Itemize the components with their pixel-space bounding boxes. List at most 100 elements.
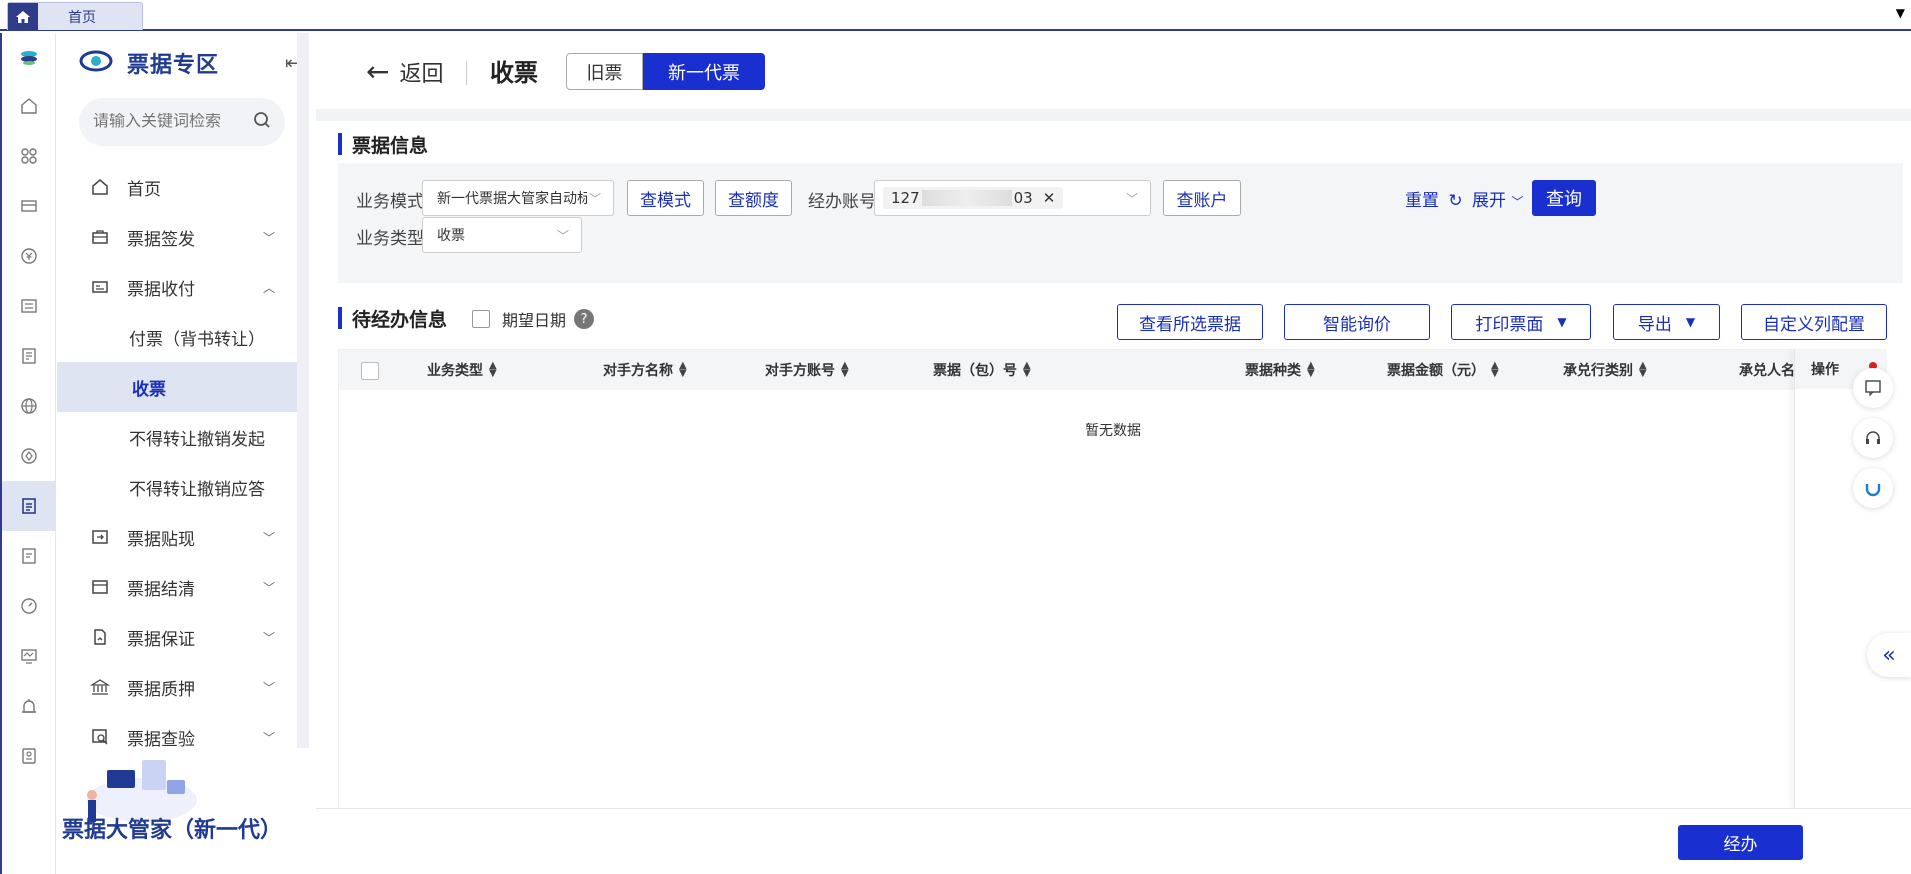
- nav-monitor-icon[interactable]: [2, 631, 56, 681]
- expect-date-checkbox[interactable]: [472, 310, 490, 328]
- table-header: 业务类型 ▲ ▼ 对手方名称 ▲ ▼ 对手方账号 ▲ ▼ 票据（包）号 ▲ ▼ 票据种类 ▲ ▼ 票…: [339, 350, 1887, 390]
- chevron-down-icon: ﹀: [262, 630, 275, 645]
- menu-item-label: 票据贴现: [127, 529, 195, 550]
- menu-search-input[interactable]: [93, 113, 243, 131]
- col-bill-number[interactable]: 票据（包）号 ▲ ▼: [933, 350, 1031, 390]
- col-bill-amount[interactable]: 票据金额（元） ▲ ▼: [1387, 350, 1499, 390]
- check-quota-button[interactable]: 查额度: [715, 180, 792, 216]
- menu-item-label: 票据结清: [127, 579, 195, 600]
- export-label: 导出: [1637, 314, 1672, 335]
- smart-quote-button[interactable]: 智能询价: [1284, 304, 1430, 340]
- logo-icon: [2, 33, 56, 81]
- sort-icon[interactable]: ▲ ▼: [1307, 361, 1315, 379]
- nav-home-icon[interactable]: [2, 81, 56, 131]
- print-label: 打印票面: [1475, 314, 1544, 335]
- window-icon: [89, 576, 111, 598]
- search-icon[interactable]: [253, 111, 271, 133]
- expand-button[interactable]: 展开 ﹀: [1472, 186, 1523, 211]
- header-divider: [466, 61, 467, 85]
- menu-item-receive-pay[interactable]: 票据收付 ︿: [57, 262, 297, 312]
- col-counterparty-name[interactable]: 对手方名称 ▲ ▼: [603, 350, 687, 390]
- account-suffix: 03: [1013, 189, 1033, 207]
- custom-columns-button[interactable]: 自定义列配置: [1741, 304, 1887, 340]
- seg-old-ticket[interactable]: 旧票: [566, 53, 643, 90]
- nav-bill-icon[interactable]: [2, 481, 56, 531]
- pending-table: 业务类型 ▲ ▼ 对手方名称 ▲ ▼ 对手方账号 ▲ ▼ 票据（包）号 ▲ ▼ 票据种类 ▲ ▼ 票…: [338, 349, 1887, 809]
- col-bill-kind[interactable]: 票据种类 ▲ ▼: [1245, 350, 1315, 390]
- menu-item-revoke-reply[interactable]: 不得转让撤销应答: [57, 462, 297, 512]
- nav-report-icon[interactable]: [2, 331, 56, 381]
- close-icon[interactable]: ✕: [1043, 189, 1056, 207]
- nav-globe-icon[interactable]: [2, 381, 56, 431]
- menu-item-discount[interactable]: 票据贴现 ﹀: [57, 512, 297, 562]
- nav-alarm-icon[interactable]: [2, 681, 56, 731]
- sort-icon[interactable]: ▲ ▼: [841, 361, 849, 379]
- sidebar: 票据专区 ⇤ 首页 票据签发 ﹀ 票据收付 ︿ 付票（背书转让） 收票 不得转让: [57, 33, 300, 874]
- nav-doc-icon[interactable]: [2, 531, 56, 581]
- nav-currency-icon[interactable]: [2, 231, 56, 281]
- check-account-button[interactable]: 查账户: [1163, 180, 1241, 216]
- query-button[interactable]: 查询: [1532, 180, 1596, 216]
- select-all-checkbox[interactable]: [361, 362, 379, 380]
- nav-contact-icon[interactable]: [2, 731, 56, 781]
- sort-icon[interactable]: ▲ ▼: [1639, 361, 1647, 379]
- menu-item-home[interactable]: 首页: [57, 162, 297, 212]
- check-mode-button[interactable]: 查模式: [627, 180, 704, 216]
- icon-nav-bar: [0, 33, 56, 874]
- mode-select[interactable]: 新一代票据大管家自动标准 ﹀: [422, 180, 614, 216]
- sort-icon[interactable]: ▲ ▼: [1491, 361, 1499, 379]
- promo-banner[interactable]: 票据大管家（新一代）: [62, 750, 302, 860]
- sort-icon[interactable]: ▲ ▼: [679, 361, 687, 379]
- sort-icon[interactable]: ▲ ▼: [489, 361, 497, 379]
- col-acceptor-name[interactable]: 承兑人名: [1739, 350, 1795, 390]
- chevron-down-icon: ﹀: [262, 230, 275, 245]
- tab-home[interactable]: 首页: [7, 2, 143, 31]
- sidebar-scrollbar[interactable]: [297, 33, 309, 748]
- menu-item-label: 首页: [127, 179, 161, 200]
- menu-item-label: 票据收付: [127, 279, 195, 300]
- menu-search[interactable]: [79, 98, 285, 146]
- print-button[interactable]: 打印票面 ▼: [1451, 304, 1591, 340]
- col-label: 票据金额（元）: [1387, 363, 1485, 379]
- double-chevron-left-icon[interactable]: «: [1867, 633, 1911, 677]
- nav-card-icon[interactable]: [2, 181, 56, 231]
- floating-tools: [1853, 368, 1897, 518]
- nav-gauge-icon[interactable]: [2, 581, 56, 631]
- account-select[interactable]: 127 03 ✕ ﹀: [874, 180, 1151, 216]
- page-header: ← 返回 收票 旧票 新一代票: [316, 33, 1911, 109]
- col-counterparty-account[interactable]: 对手方账号 ▲ ▼: [765, 350, 849, 390]
- assistant-icon[interactable]: [1853, 468, 1893, 508]
- type-select[interactable]: 收票 ﹀: [422, 217, 582, 253]
- tab-dropdown-icon[interactable]: ▼: [1896, 6, 1905, 20]
- menu-item-settle[interactable]: 票据结清 ﹀: [57, 562, 297, 612]
- feedback-icon[interactable]: [1853, 368, 1893, 408]
- eye-logo-icon: [79, 49, 113, 77]
- menu-item-receive[interactable]: 收票: [57, 362, 297, 412]
- menu-item-revoke-initiate[interactable]: 不得转让撤销发起: [57, 412, 297, 462]
- menu-item-issue[interactable]: 票据签发 ﹀: [57, 212, 297, 262]
- seg-new-ticket[interactable]: 新一代票: [643, 53, 765, 90]
- chevron-down-icon: ﹀: [556, 228, 569, 243]
- reset-button[interactable]: 重置 ↻: [1405, 186, 1463, 211]
- view-selected-button[interactable]: 查看所选票据: [1117, 304, 1263, 340]
- back-button[interactable]: ← 返回: [366, 55, 443, 88]
- col-acceptor-bank-type[interactable]: 承兑行类别 ▲ ▼: [1563, 350, 1647, 390]
- export-button[interactable]: 导出 ▼: [1613, 304, 1720, 340]
- mode-value: 新一代票据大管家自动标准: [437, 191, 587, 207]
- nav-target-icon[interactable]: [2, 431, 56, 481]
- help-icon[interactable]: ?: [574, 309, 595, 329]
- nav-transfer-icon[interactable]: [2, 281, 56, 331]
- menu-item-guarantee[interactable]: 票据保证 ﹀: [57, 612, 297, 662]
- col-business-type[interactable]: 业务类型 ▲ ▼: [427, 350, 497, 390]
- menu-item-label: 票据保证: [127, 629, 195, 650]
- process-button[interactable]: 经办: [1678, 825, 1803, 860]
- refresh-icon: ↻: [1448, 191, 1463, 211]
- menu-item-pledge[interactable]: 票据质押 ﹀: [57, 662, 297, 712]
- headset-icon[interactable]: [1853, 418, 1893, 458]
- section-pending-title: 待经办信息: [338, 305, 447, 332]
- menu-item-label: 付票（背书转让）: [129, 329, 265, 350]
- menu-item-endorse[interactable]: 付票（背书转让）: [57, 312, 297, 362]
- sort-icon[interactable]: ▲ ▼: [1023, 361, 1031, 379]
- chevron-down-icon: ﹀: [1511, 195, 1524, 209]
- nav-apps-icon[interactable]: [2, 131, 56, 181]
